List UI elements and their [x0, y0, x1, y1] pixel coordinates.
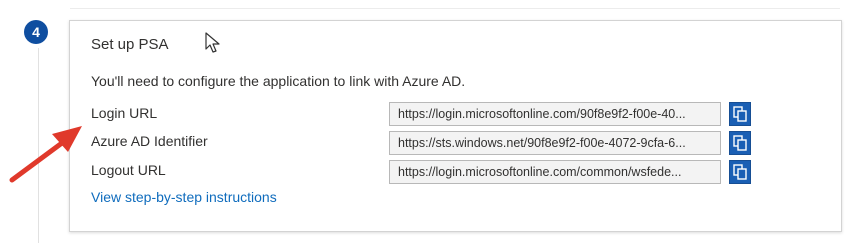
screenshot-canvas: 4 Set up PSA You'll need to configure th…: [0, 0, 852, 250]
red-arrow-icon: [9, 126, 82, 183]
